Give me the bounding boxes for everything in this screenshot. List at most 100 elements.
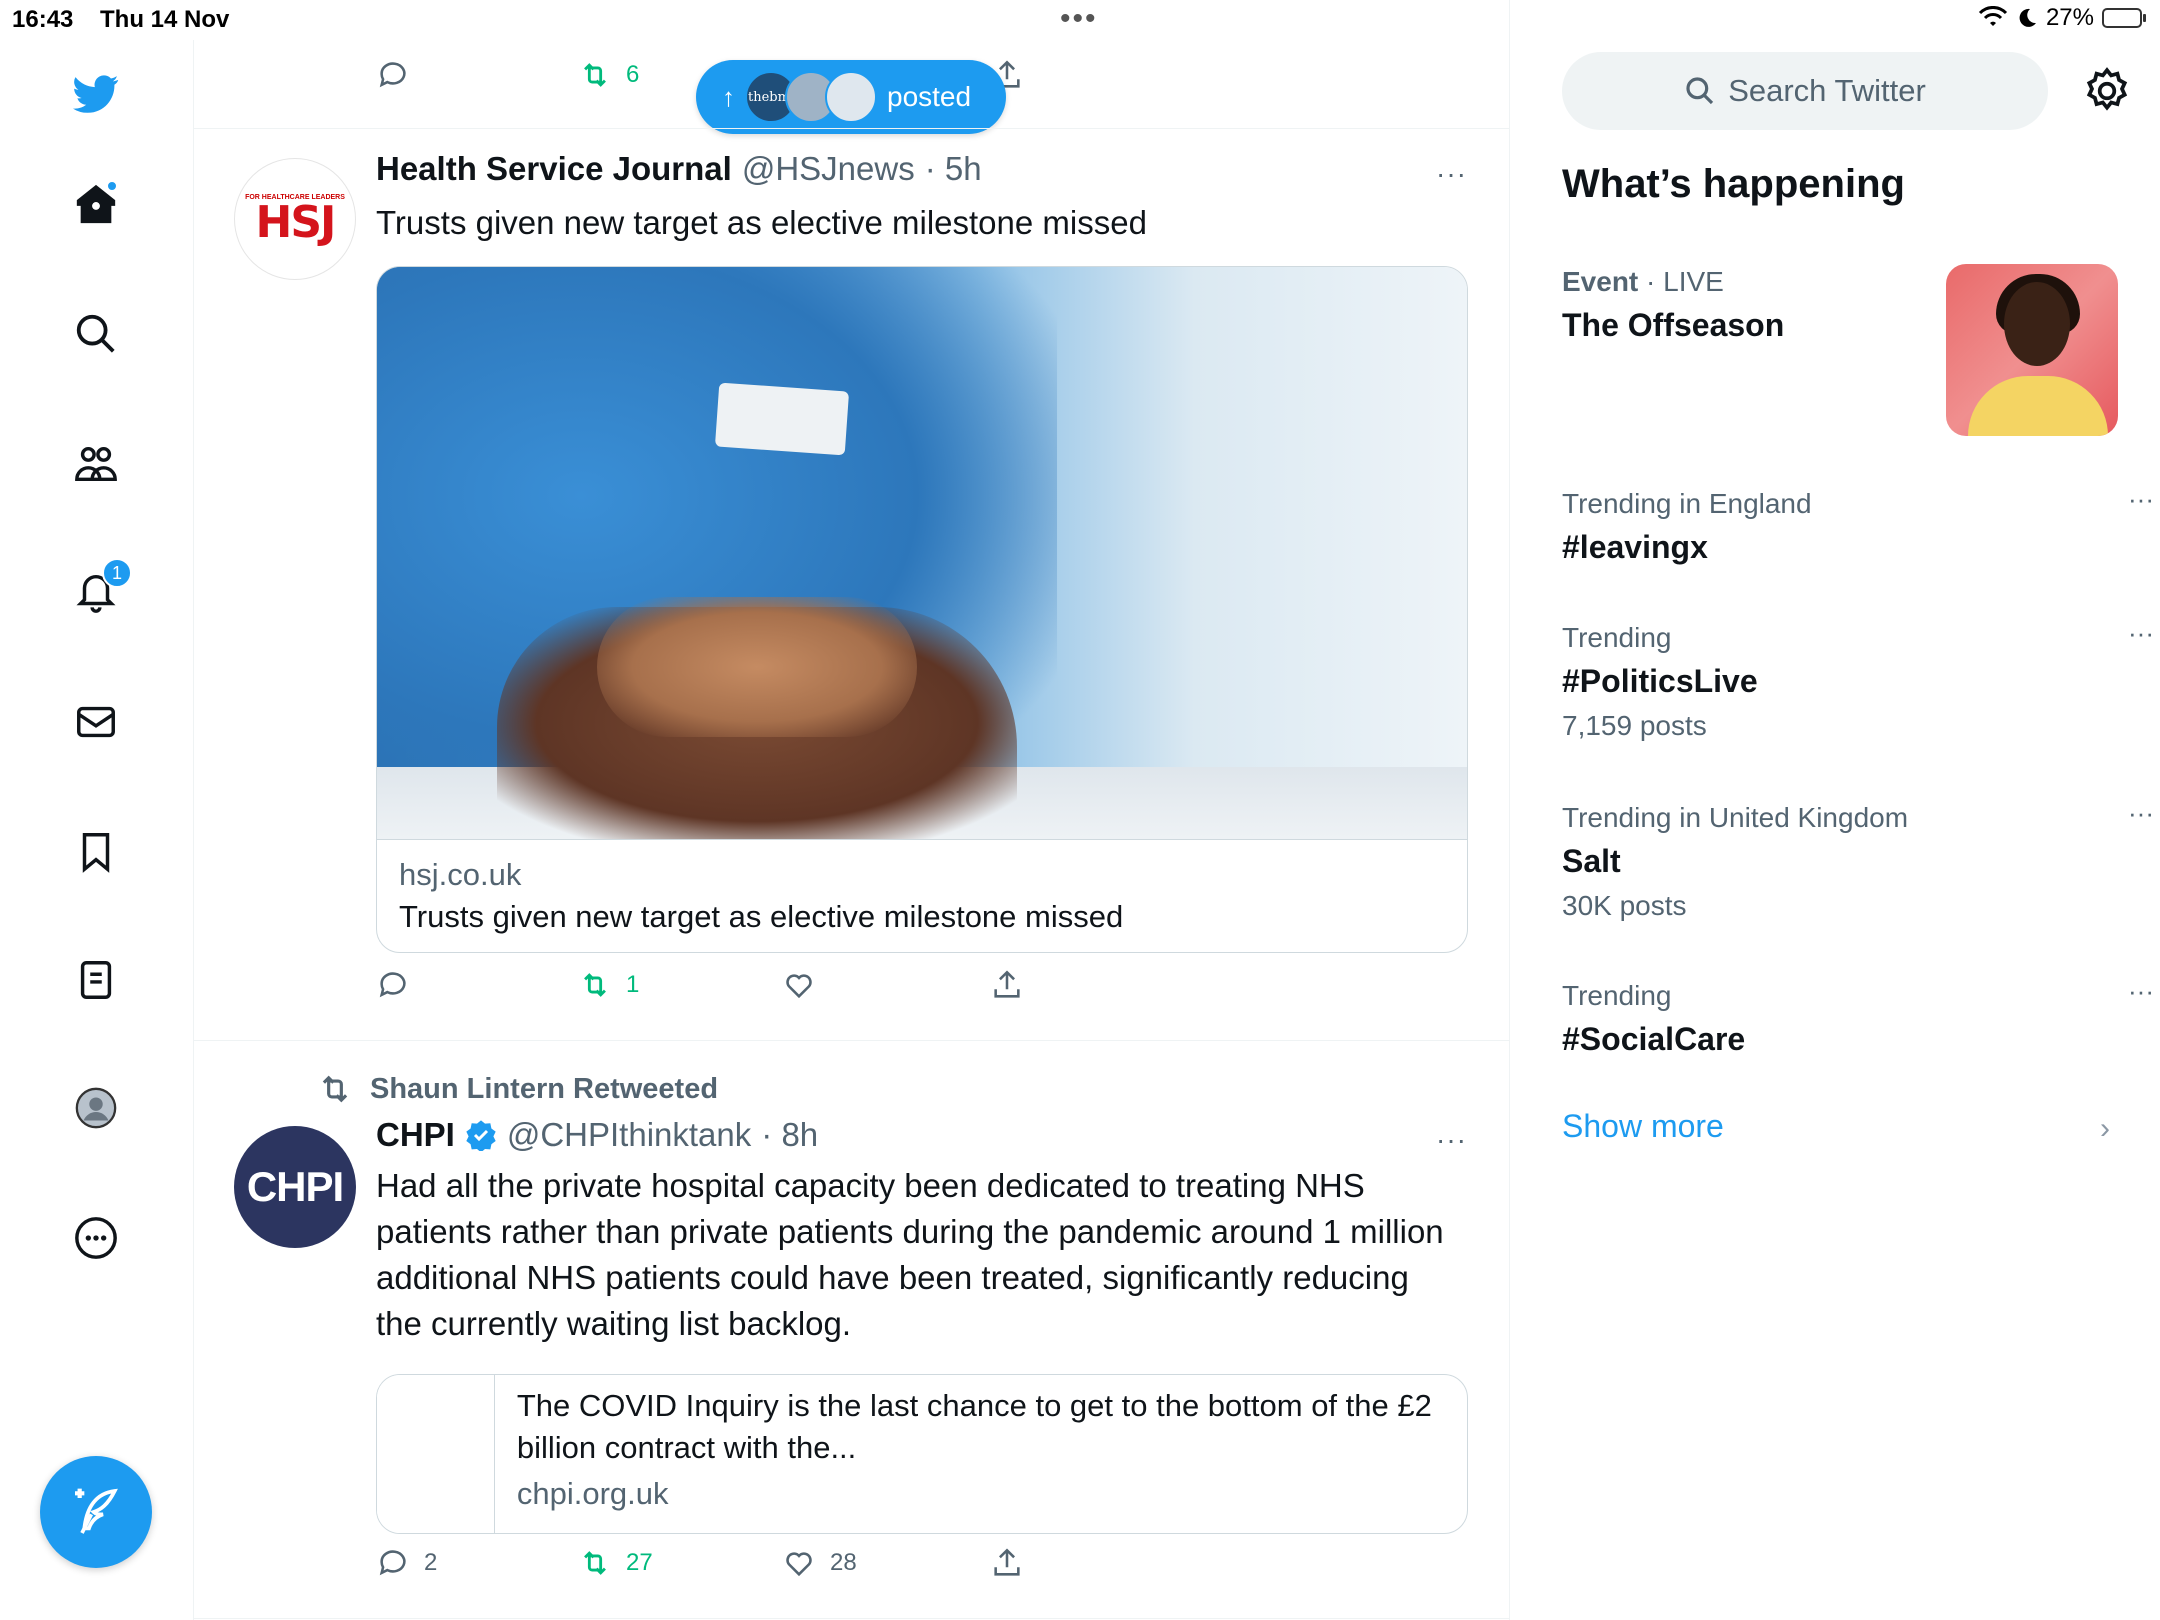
tweet-time[interactable]: · 8h xyxy=(761,1116,818,1154)
trend-more-button[interactable]: ··· xyxy=(2128,484,2154,515)
link-card[interactable]: The COVID Inquiry is the last chance to … xyxy=(376,1374,1468,1534)
new-posts-pill[interactable]: ↑ thebmj posted xyxy=(696,60,1006,134)
verified-badge-icon xyxy=(466,1120,496,1151)
show-more-link[interactable]: Show more xyxy=(1562,1108,1724,1145)
reply-icon xyxy=(379,972,406,998)
compose-tweet-button[interactable] xyxy=(40,1456,152,1568)
pill-label: posted xyxy=(887,81,972,112)
tweet-text: Had all the private hospital capacity be… xyxy=(376,1167,1444,1342)
trend-more-button[interactable]: ··· xyxy=(2128,798,2154,829)
tweet-header: CHPI @CHPIthinktank · 8h xyxy=(376,1116,818,1154)
card-domain: hsj.co.uk xyxy=(399,857,522,892)
retweet-icon xyxy=(584,1551,606,1575)
tweet-header: Health Service Journal @HSJnews · 5h xyxy=(376,150,982,188)
like-action[interactable] xyxy=(782,968,830,1002)
avatar-hsj[interactable]: FOR HEALTHCARE LEADERS HSJ xyxy=(234,158,356,280)
trend-topic: #SocialCare xyxy=(1562,1021,1746,1057)
feather-plus-icon xyxy=(75,1488,118,1534)
card-title: The COVID Inquiry is the last chance to … xyxy=(516,1388,1432,1465)
trend-more-button[interactable]: ··· xyxy=(2128,976,2154,1007)
tweet-more-button[interactable]: ··· xyxy=(1436,1124,1467,1156)
search-icon xyxy=(1686,77,1714,105)
retweet-icon xyxy=(584,973,606,997)
reply-action[interactable] xyxy=(376,968,424,1002)
retweet-action[interactable]: 6 xyxy=(578,58,639,92)
like-count: 28 xyxy=(830,1549,857,1576)
avatar-logo-text: HSJ xyxy=(255,196,337,248)
divider xyxy=(194,128,1510,129)
event-image[interactable] xyxy=(1946,264,2118,436)
author-name[interactable]: Health Service Journal xyxy=(376,150,732,188)
share-icon xyxy=(994,970,1020,998)
like-action[interactable]: 28 xyxy=(782,1546,857,1580)
event-category: Event xyxy=(1562,266,1639,297)
trend-category: Trending xyxy=(1562,980,1672,1011)
event-status: · LIVE xyxy=(1646,266,1724,297)
retweet-icon xyxy=(584,63,606,87)
avatar-chpi[interactable]: CHPI xyxy=(234,1126,356,1248)
tweet-time[interactable]: · 5h xyxy=(925,150,982,188)
notifications-bell-icon[interactable]: 1 xyxy=(66,558,132,622)
pill-avatar-cartoon xyxy=(825,71,877,123)
author-handle[interactable]: @HSJnews xyxy=(742,150,915,188)
home-icon[interactable] xyxy=(66,174,126,234)
reply-count: 2 xyxy=(424,1549,438,1576)
clock: 16:43 xyxy=(12,6,74,33)
share-action[interactable] xyxy=(990,968,1024,1002)
unread-dot xyxy=(106,180,118,192)
timeline-feed[interactable]: 6 ↑ thebmj posted FOR HEALTHCARE LEADERS… xyxy=(194,0,1510,1620)
search-placeholder: Search Twitter xyxy=(1728,73,1926,108)
divider xyxy=(194,1040,1510,1041)
author-handle[interactable]: @CHPIthinktank xyxy=(507,1116,751,1154)
more-options-icon[interactable] xyxy=(66,1208,126,1268)
trend-more-button[interactable]: ··· xyxy=(2128,618,2154,649)
retweet-count: 1 xyxy=(626,971,640,998)
share-action[interactable] xyxy=(990,1546,1024,1580)
messages-envelope-icon[interactable] xyxy=(66,692,126,752)
trend-category: Trending xyxy=(1562,622,1672,653)
right-sidebar: Search Twitter What’s happening Event · … xyxy=(1510,0,2160,1620)
retweet-icon xyxy=(322,1075,348,1103)
card-title: Trusts given new target as elective mile… xyxy=(399,899,1124,934)
retweet-count: 6 xyxy=(626,61,640,88)
explore-search-icon[interactable] xyxy=(66,304,126,364)
search-input[interactable]: Search Twitter xyxy=(1562,52,2048,130)
communities-icon[interactable] xyxy=(66,434,126,494)
retweet-action[interactable]: 1 xyxy=(578,968,639,1002)
card-image-nurse-holding-hands xyxy=(377,267,1467,839)
bookmark-icon[interactable] xyxy=(66,822,126,882)
twitter-logo-icon[interactable] xyxy=(66,64,126,124)
retweet-action[interactable]: 27 xyxy=(578,1546,653,1580)
retweeted-by-line[interactable]: Shaun Lintern Retweeted xyxy=(316,1070,718,1108)
trend-item[interactable]: Trending in England #leavingx ··· xyxy=(1562,484,2154,570)
whats-happening-title: What’s happening xyxy=(1562,162,1905,206)
retweeted-by-label: Shaun Lintern Retweeted xyxy=(370,1072,719,1105)
heart-icon xyxy=(786,1552,812,1577)
retweet-count: 27 xyxy=(626,1549,653,1576)
card-thumbnail xyxy=(377,1375,495,1533)
trend-category: Trending in United Kingdom xyxy=(1562,802,1909,833)
reply-action[interactable]: 2 xyxy=(376,1546,437,1580)
lists-icon[interactable] xyxy=(66,950,126,1010)
tweet-more-button[interactable]: ··· xyxy=(1436,158,1467,190)
reply-icon xyxy=(379,1550,406,1576)
notification-badge: 1 xyxy=(102,558,132,588)
profile-avatar-icon[interactable] xyxy=(66,1078,126,1138)
author-name[interactable]: CHPI xyxy=(376,1116,455,1154)
link-card[interactable]: hsj.co.uk Trusts given new target as ele… xyxy=(376,266,1468,953)
chevron-right-icon: › xyxy=(2100,1112,2110,1145)
heart-icon xyxy=(786,974,812,999)
reply-action[interactable] xyxy=(376,58,410,92)
arrow-up-icon: ↑ xyxy=(722,81,735,112)
trend-count: 30K posts xyxy=(1562,890,1687,921)
trend-topic: #leavingx xyxy=(1562,529,1708,565)
tweet-text: Trusts given new target as elective mile… xyxy=(376,204,1147,241)
trend-item[interactable]: Trending #PoliticsLive 7,159 posts ··· xyxy=(1562,618,2154,748)
settings-gear-icon[interactable] xyxy=(2082,66,2132,116)
pill-avatars: thebmj xyxy=(745,71,877,123)
left-navigation: 1 xyxy=(0,40,194,1620)
trend-category: Trending in England xyxy=(1562,488,1812,519)
card-domain: chpi.org.uk xyxy=(516,1476,669,1511)
trend-item[interactable]: Trending #SocialCare ··· xyxy=(1562,976,2154,1062)
trend-item[interactable]: Trending in United Kingdom Salt 30K post… xyxy=(1562,798,2154,928)
